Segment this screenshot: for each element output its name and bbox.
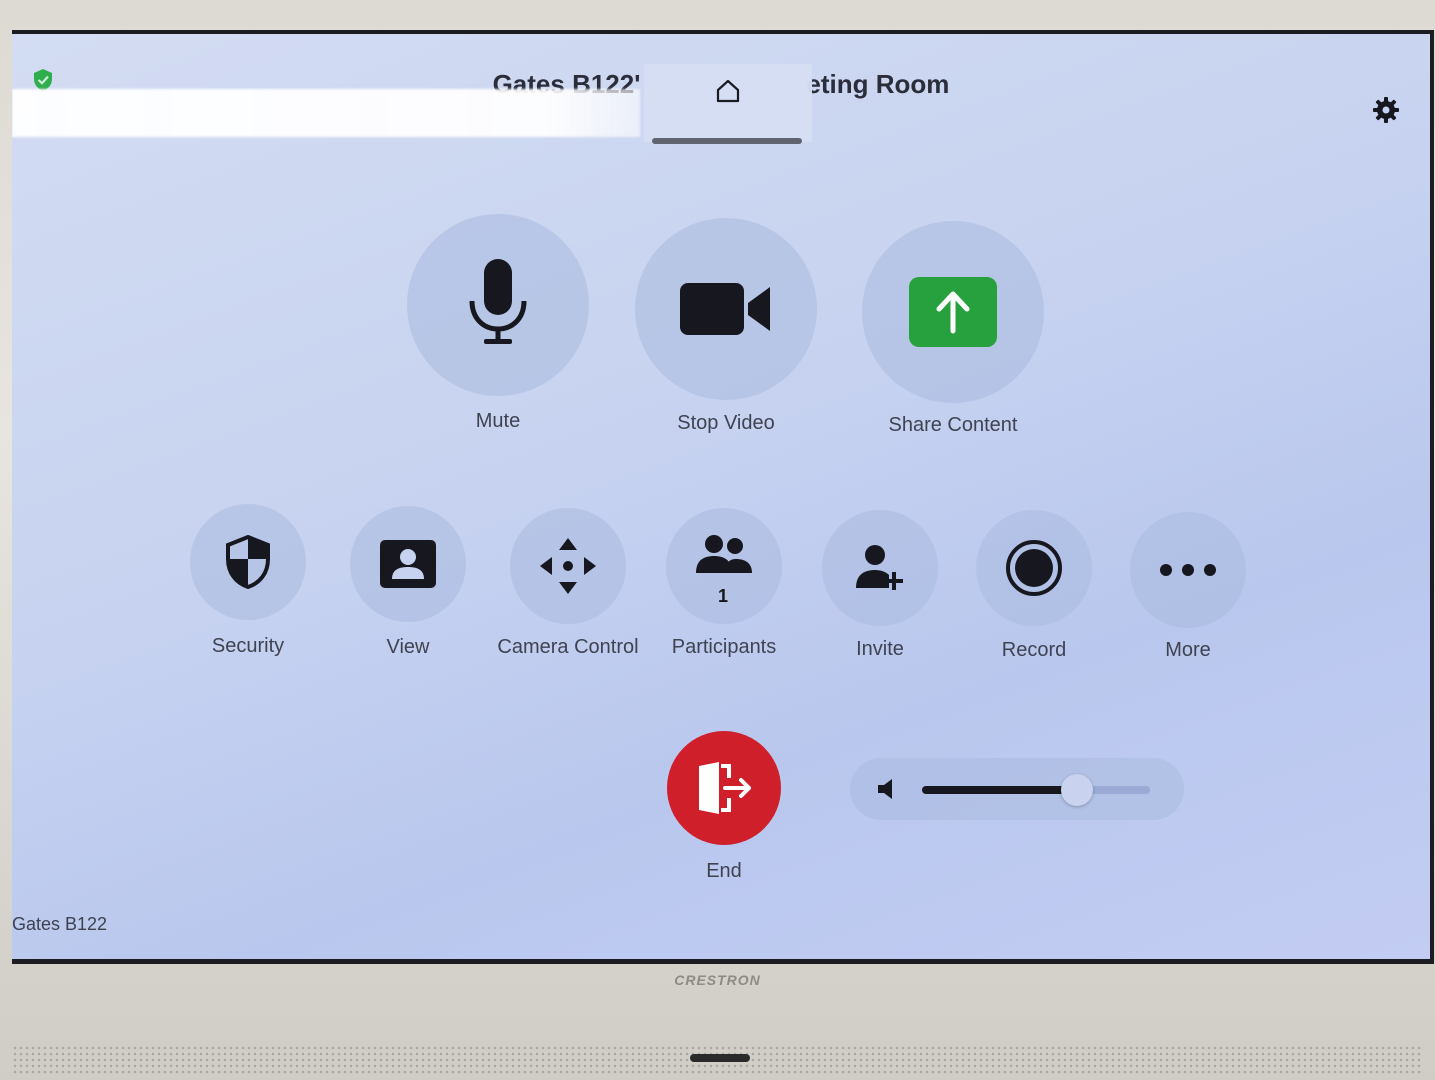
- stop-video-label: Stop Video: [677, 412, 775, 434]
- view-button[interactable]: [350, 506, 466, 622]
- screen-glare: [12, 89, 640, 137]
- speaker-icon[interactable]: [876, 777, 900, 801]
- people-icon: [696, 535, 752, 573]
- record-icon: [1006, 540, 1062, 596]
- room-name-footer: Gates B122: [12, 914, 108, 934]
- shield-icon: [226, 535, 270, 589]
- mute-button[interactable]: [407, 214, 589, 396]
- invite-button[interactable]: [822, 510, 938, 626]
- volume-slider-fill: [922, 786, 1078, 794]
- exit-door-icon: [699, 762, 751, 814]
- camera-control-button[interactable]: [510, 508, 626, 624]
- end-label: End: [706, 860, 742, 882]
- invite-label: Invite: [856, 638, 904, 660]
- share-arrow-up-icon: [909, 277, 997, 347]
- participants-count: 1: [718, 586, 729, 606]
- share-content-button[interactable]: [862, 221, 1044, 403]
- meeting-title-right: eting Room: [806, 69, 950, 99]
- mute-label: Mute: [475, 410, 521, 432]
- volume-control: [850, 758, 1184, 820]
- security-button[interactable]: [190, 504, 306, 620]
- security-label: Security: [211, 635, 285, 657]
- person-add-icon: [856, 545, 903, 590]
- view-label: View: [386, 636, 430, 658]
- video-camera-icon: [680, 283, 770, 335]
- end-meeting-button[interactable]: [667, 731, 781, 845]
- person-card-icon: [380, 540, 436, 588]
- stop-video-button[interactable]: [635, 218, 817, 400]
- camera-control-label: Camera Control: [497, 636, 639, 658]
- move-arrows-icon: [540, 538, 596, 594]
- volume-slider-thumb[interactable]: [1061, 774, 1094, 806]
- gear-icon[interactable]: [1372, 96, 1400, 124]
- home-tab-indicator: [652, 138, 802, 144]
- touch-panel-screen: Gates B122' eting Room Mute Stop Video S…: [12, 30, 1434, 964]
- volume-slider[interactable]: [922, 774, 1150, 806]
- crestron-logo: CRESTRON: [674, 972, 761, 988]
- home-icon[interactable]: [714, 77, 742, 105]
- participants-label: Participants: [671, 636, 777, 658]
- more-label: More: [1165, 639, 1211, 661]
- record-label: Record: [1001, 639, 1067, 661]
- microphone-icon: [469, 259, 527, 344]
- device-notch: [690, 1054, 750, 1062]
- record-button[interactable]: [976, 510, 1092, 626]
- more-button[interactable]: [1130, 512, 1246, 628]
- share-content-label: Share Content: [888, 414, 1018, 436]
- ellipsis-icon: [1160, 564, 1216, 576]
